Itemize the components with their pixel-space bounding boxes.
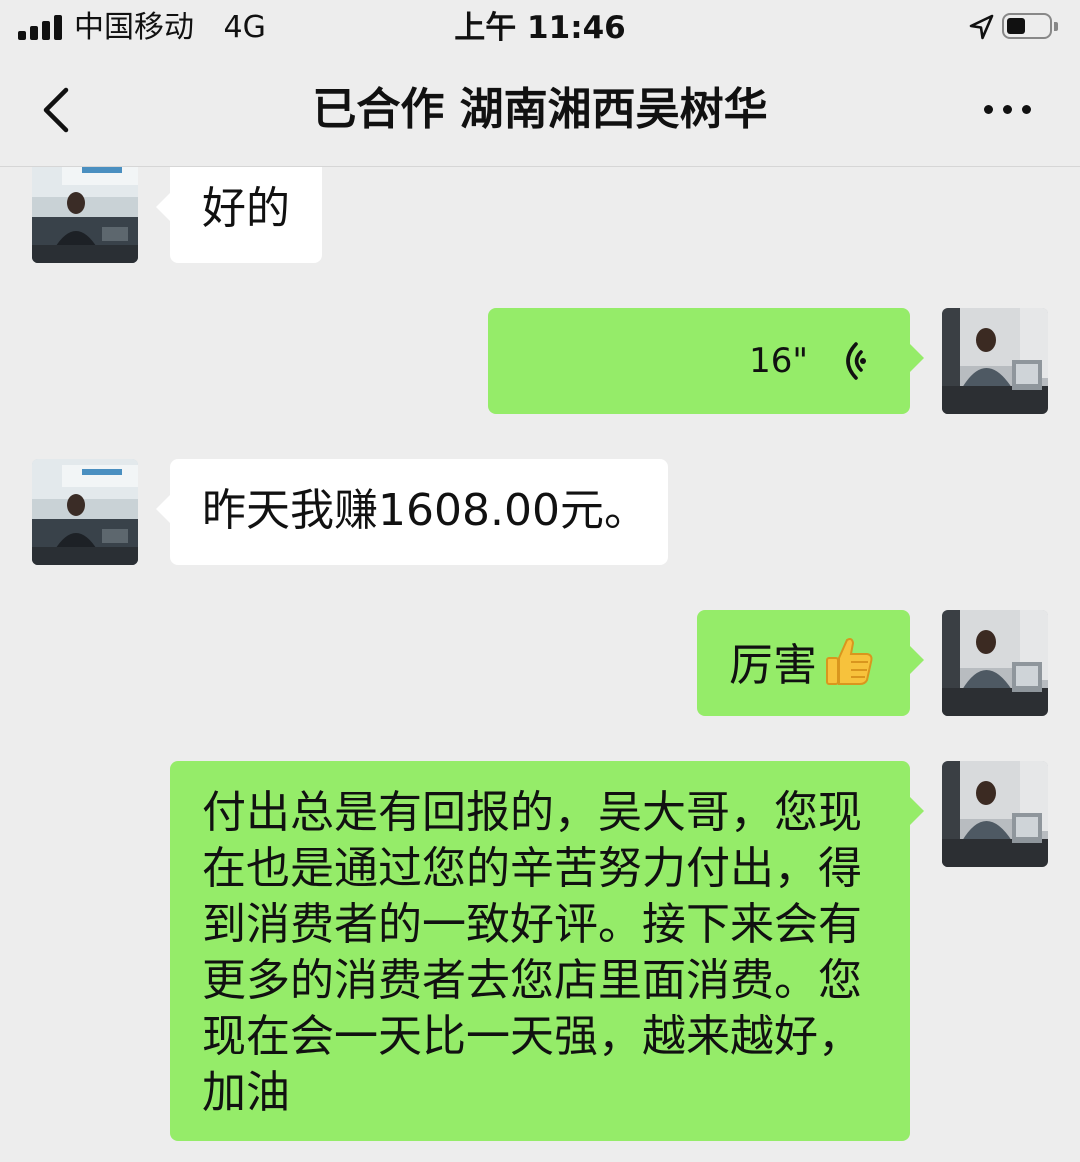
message-bubble-incoming[interactable]: 昨天我赚1608.00元。 <box>156 459 668 565</box>
message-line: 到消费者的一致好评。接下来会有 <box>202 899 862 950</box>
message-list[interactable]: 好的 16" 昨天我赚1608.00元。 厉害 付出总是有回报的，吴大哥，您现 … <box>0 167 1080 1162</box>
message-bubble-outgoing[interactable]: 付出总是有回报的，吴大哥，您现 在也是通过您的辛苦努力付出，得 到消费者的一致好… <box>170 761 924 1141</box>
message-line: 现在会一天比一天强，越来越好， <box>202 1011 862 1062</box>
location-arrow-icon <box>969 14 994 40</box>
message-line: 更多的消费者去您店里面消费。您 <box>202 955 862 1006</box>
status-bar: 中国移动 4G 上午 11:46 <box>0 0 1080 56</box>
message-line: 加油 <box>202 1067 290 1118</box>
voice-duration: 16" <box>749 341 808 381</box>
my-avatar[interactable] <box>942 761 1048 867</box>
more-dots-icon <box>984 105 993 114</box>
status-time: 上午 11:46 <box>454 10 626 46</box>
chat-header: 已合作 湖南湘西吴树华 <box>0 56 1080 167</box>
voice-message-bubble[interactable]: 16" <box>488 308 924 414</box>
message-text: 好的 <box>202 183 290 234</box>
my-avatar[interactable] <box>942 610 1048 716</box>
message-line: 在也是通过您的辛苦努力付出，得 <box>202 843 862 894</box>
message-bubble-incoming[interactable]: 好的 <box>156 167 322 263</box>
message-line: 付出总是有回报的，吴大哥，您现 <box>202 787 862 838</box>
chat-title: 已合作 湖南湘西吴树华 <box>312 84 768 135</box>
thumbs-up-icon <box>826 638 873 685</box>
contact-avatar[interactable] <box>32 459 138 565</box>
battery-icon <box>1002 13 1058 41</box>
message-text: 昨天我赚1608.00元。 <box>202 485 648 536</box>
message-bubble-outgoing[interactable]: 厉害 <box>697 610 924 716</box>
message-text: 厉害 <box>729 640 817 691</box>
contact-avatar[interactable] <box>32 167 138 263</box>
voice-wave-icon <box>846 342 866 380</box>
my-avatar[interactable] <box>942 308 1048 414</box>
more-button[interactable] <box>976 92 1040 128</box>
